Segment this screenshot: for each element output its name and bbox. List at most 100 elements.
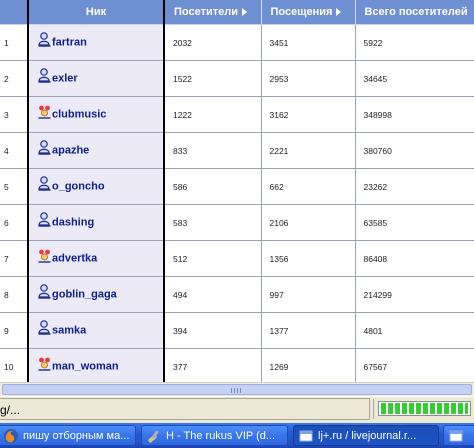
taskbar-button-2[interactable]: lj+.ru / livejournal.r... bbox=[293, 425, 439, 446]
ranking-table-container: Ник Посетители Посещения Всего посетител… bbox=[0, 0, 474, 382]
column-header-visits-label: Посещения bbox=[270, 6, 333, 18]
browser-window-icon bbox=[449, 430, 463, 442]
horizontal-scrollbar[interactable] bbox=[0, 382, 474, 396]
column-header-visits[interactable]: Посещения bbox=[261, 0, 356, 25]
visits-cell: 662 bbox=[261, 168, 356, 205]
user-link[interactable]: fartran bbox=[52, 37, 87, 49]
nick-cell: fartran bbox=[28, 24, 165, 61]
loading-progress-bar bbox=[378, 401, 471, 416]
table-row: 5 o_goncho 586 662 23262 bbox=[0, 168, 474, 205]
column-header-total-label: Всего посетителей bbox=[364, 6, 468, 18]
user-icon bbox=[38, 212, 51, 227]
table-row: 4 apazhe 833 2221 380760 bbox=[0, 132, 474, 169]
visits-cell: 1377 bbox=[261, 312, 356, 349]
user-icon bbox=[38, 284, 51, 299]
user-icon bbox=[38, 176, 51, 191]
table-row: 1 fartran 2032 3451 5922 bbox=[0, 24, 474, 61]
rank-cell: 8 bbox=[0, 276, 29, 313]
visits-cell: 1356 bbox=[261, 240, 356, 277]
nick-cell: dashing bbox=[28, 204, 165, 241]
table-header-row: Ник Посетители Посещения Всего посетител… bbox=[0, 0, 474, 25]
nick-cell: exler bbox=[28, 60, 165, 97]
taskbar-button-label: H - The rukus VIP (d... bbox=[166, 430, 276, 442]
nick-cell: apazhe bbox=[28, 132, 165, 169]
table-row: 6 dashing 583 2106 63585 bbox=[0, 204, 474, 241]
table-row: 8 goblin_gaga 494 997 214299 bbox=[0, 276, 474, 313]
column-header-visitors-label: Посетители bbox=[174, 6, 238, 18]
visitors-cell: 583 bbox=[164, 204, 262, 241]
visitors-cell: 1222 bbox=[164, 96, 262, 133]
scrollbar-thumb[interactable] bbox=[2, 384, 472, 395]
visitors-cell: 377 bbox=[164, 348, 262, 382]
rank-cell: 9 bbox=[0, 312, 29, 349]
taskbar-button-label: lj+.ru / livejournal.r... bbox=[318, 430, 417, 442]
total-visitors-cell: 34645 bbox=[355, 60, 474, 97]
user-link[interactable]: apazhe bbox=[52, 145, 89, 157]
status-bar: g/... bbox=[0, 396, 474, 423]
community-icon bbox=[38, 105, 51, 119]
table-row: 2 exler 1522 2953 34645 bbox=[0, 60, 474, 97]
ranking-table: Ник Посетители Посещения Всего посетител… bbox=[0, 0, 474, 382]
visits-cell: 2106 bbox=[261, 204, 356, 241]
status-divider bbox=[373, 399, 374, 419]
user-link[interactable]: dashing bbox=[52, 217, 94, 229]
user-icon bbox=[38, 140, 51, 155]
user-icon bbox=[38, 320, 51, 335]
visits-cell: 3162 bbox=[261, 96, 356, 133]
rank-cell: 7 bbox=[0, 240, 29, 277]
scrollbar-grip-icon bbox=[231, 388, 241, 393]
column-header-visitors[interactable]: Посетители bbox=[164, 0, 262, 25]
total-visitors-cell: 214299 bbox=[355, 276, 474, 313]
column-header-nick-label: Ник bbox=[85, 6, 107, 18]
visitors-cell: 1522 bbox=[164, 60, 262, 97]
total-visitors-cell: 86408 bbox=[355, 240, 474, 277]
taskbar: пишу отборным ма... H - The rukus VIP (d… bbox=[0, 423, 474, 448]
visitors-cell: 494 bbox=[164, 276, 262, 313]
taskbar-button-0[interactable]: пишу отборным ма... bbox=[0, 425, 136, 446]
visits-cell: 2953 bbox=[261, 60, 356, 97]
column-header-index bbox=[0, 0, 29, 25]
total-visitors-cell: 4801 bbox=[355, 312, 474, 349]
user-link[interactable]: exler bbox=[52, 73, 78, 85]
visits-cell: 2221 bbox=[261, 132, 356, 169]
column-header-total-visitors[interactable]: Всего посетителей bbox=[355, 0, 474, 25]
visitors-cell: 512 bbox=[164, 240, 262, 277]
taskbar-button-more[interactable] bbox=[443, 425, 474, 446]
visitors-cell: 586 bbox=[164, 168, 262, 205]
sort-arrow-icon bbox=[336, 8, 342, 17]
nick-cell: o_goncho bbox=[28, 168, 165, 205]
user-link[interactable]: o_goncho bbox=[52, 181, 105, 193]
rank-cell: 2 bbox=[0, 60, 29, 97]
user-link[interactable]: man_woman bbox=[52, 361, 119, 373]
nick-cell: samka bbox=[28, 312, 165, 349]
user-link[interactable]: goblin_gaga bbox=[52, 289, 117, 301]
rank-cell: 4 bbox=[0, 132, 29, 169]
status-text: g/... bbox=[0, 398, 370, 420]
user-link[interactable]: samka bbox=[52, 325, 86, 337]
table-body: 1 fartran 2032 3451 5922 2 exler 1522 2953 34645 3… bbox=[0, 24, 474, 382]
nick-cell: clubmusic bbox=[28, 96, 165, 133]
nick-cell: man_woman bbox=[28, 348, 165, 382]
visitors-cell: 394 bbox=[164, 312, 262, 349]
community-icon bbox=[38, 249, 51, 263]
table-row: 3 clubmusic 1222 3162 348998 bbox=[0, 96, 474, 133]
user-link[interactable]: clubmusic bbox=[52, 109, 106, 121]
taskbar-button-label: пишу отборным ма... bbox=[23, 430, 130, 442]
progress-fill bbox=[381, 403, 468, 414]
total-visitors-cell: 5922 bbox=[355, 24, 474, 61]
user-link[interactable]: advertka bbox=[52, 253, 97, 265]
total-visitors-cell: 23262 bbox=[355, 168, 474, 205]
visitors-cell: 2032 bbox=[164, 24, 262, 61]
total-visitors-cell: 63585 bbox=[355, 204, 474, 241]
community-icon bbox=[38, 357, 51, 371]
rank-cell: 1 bbox=[0, 24, 29, 61]
rank-cell: 3 bbox=[0, 96, 29, 133]
rank-cell: 6 bbox=[0, 204, 29, 241]
column-header-nick[interactable]: Ник bbox=[28, 0, 165, 25]
browser-window-icon bbox=[299, 430, 313, 442]
visits-cell: 997 bbox=[261, 276, 356, 313]
taskbar-button-1[interactable]: H - The rukus VIP (d... bbox=[141, 425, 288, 446]
firefox-icon bbox=[4, 429, 18, 443]
total-visitors-cell: 348998 bbox=[355, 96, 474, 133]
table-row: 10 man_woman 377 1269 67567 bbox=[0, 348, 474, 382]
